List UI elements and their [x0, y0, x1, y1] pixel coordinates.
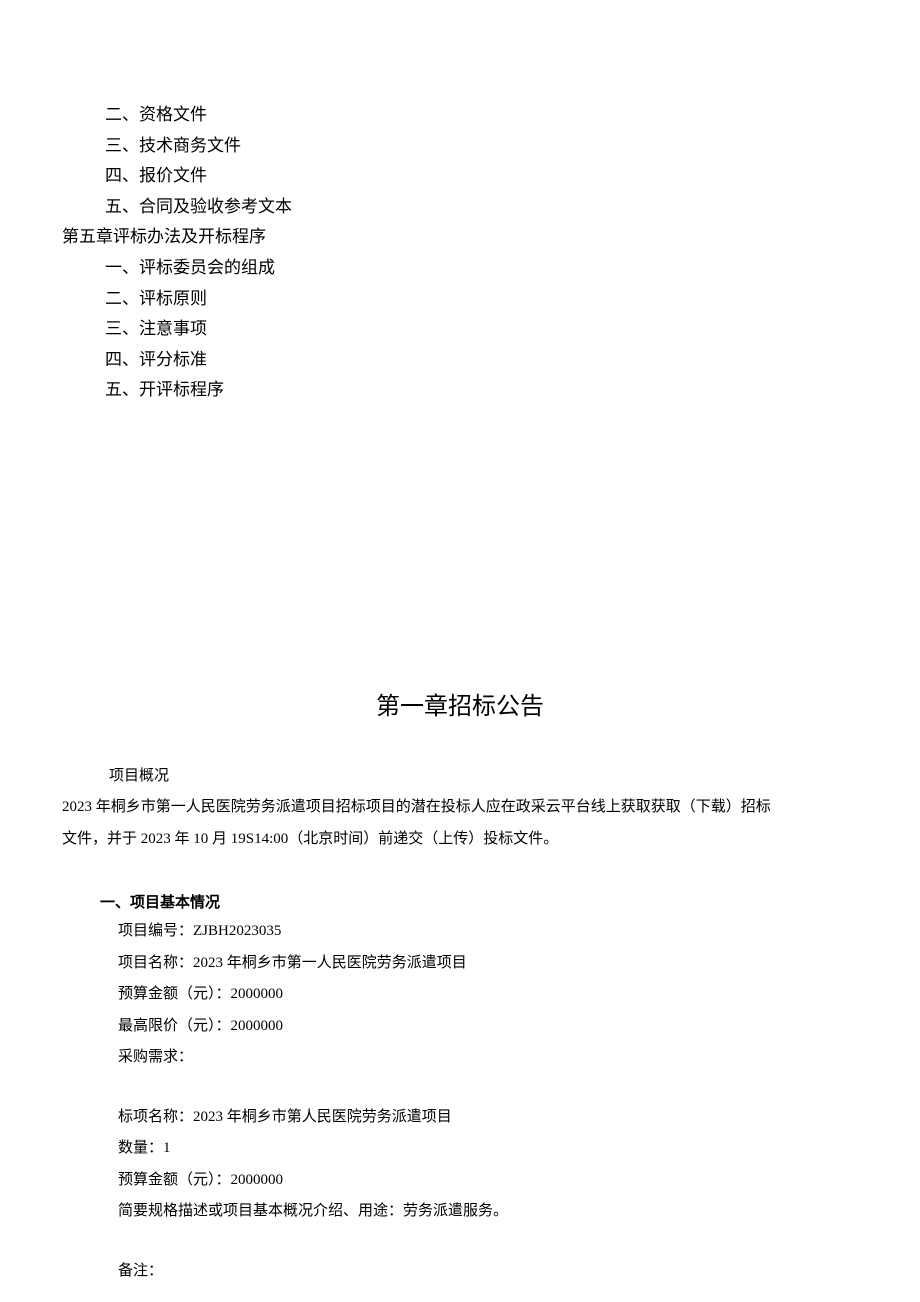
toc-chapter: 第五章评标办法及开标程序 [62, 222, 858, 253]
toc-item: 五、开评标程序 [62, 375, 858, 406]
bid-name: 标项名称：2023 年桐乡市第人民医院劳务派遣项目 [62, 1102, 858, 1134]
max-price: 最高限价（元）：2000000 [62, 1011, 858, 1043]
toc-item: 一、评标委员会的组成 [62, 253, 858, 284]
project-details: 项目编号：ZJBH2023035 项目名称：2023 年桐乡市第一人民医院劳务派… [62, 916, 858, 1287]
project-number: 项目编号：ZJBH2023035 [62, 916, 858, 948]
toc-item: 五、合同及验收参考文本 [62, 192, 858, 223]
quantity: 数量：1 [62, 1133, 858, 1165]
remark: 备注： [62, 1256, 858, 1288]
requirements-label: 采购需求： [62, 1042, 858, 1074]
overview-text-line: 2023 年桐乡市第一人民医院劳务派遣项目招标项目的潜在投标人应在政采云平台线上… [62, 792, 858, 824]
toc-item: 三、注意事项 [62, 314, 858, 345]
table-of-contents: 二、资格文件 三、技术商务文件 四、报价文件 五、合同及验收参考文本 第五章评标… [62, 100, 858, 406]
toc-item: 三、技术商务文件 [62, 131, 858, 162]
project-overview: 项目概况 2023 年桐乡市第一人民医院劳务派遣项目招标项目的潜在投标人应在政采… [62, 761, 858, 856]
budget-amount-detail: 预算金额（元）：2000000 [62, 1165, 858, 1197]
toc-item: 四、评分标准 [62, 345, 858, 376]
section-heading: 一、项目基本情况 [62, 891, 858, 912]
description: 简要规格描述或项目基本概况介绍、用途：劳务派遣服务。 [62, 1196, 858, 1228]
toc-item: 四、报价文件 [62, 161, 858, 192]
toc-item: 二、评标原则 [62, 284, 858, 315]
budget-amount: 预算金额（元）：2000000 [62, 979, 858, 1011]
toc-item: 二、资格文件 [62, 100, 858, 131]
overview-label: 项目概况 [62, 761, 858, 793]
overview-text-line: 文件，并于 2023 年 10 月 19S14:00（北京时间）前递交（上传）投… [62, 824, 858, 856]
chapter-title: 第一章招标公告 [62, 686, 858, 721]
project-name: 项目名称：2023 年桐乡市第一人民医院劳务派遣项目 [62, 948, 858, 980]
